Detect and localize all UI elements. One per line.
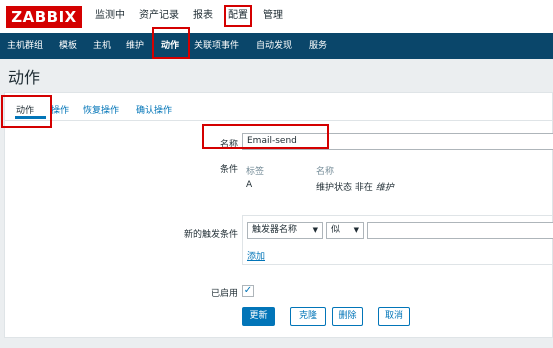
menu-configuration[interactable]: 配置 [224, 5, 252, 27]
condition-row-name: 维护状态 非在 维护 [316, 183, 394, 193]
checkmark-icon: ✓ [243, 285, 253, 296]
cancel-button[interactable]: 取消 [378, 307, 410, 326]
enabled-checkbox[interactable]: ✓ [242, 285, 254, 297]
submenu-templates[interactable]: 模板 [59, 33, 77, 59]
tab-operations[interactable]: 操作 [51, 103, 69, 116]
top-header: ZABBIX 监测中 资产记录 报表 配置 管理 [0, 0, 553, 33]
menu-inventory[interactable]: 资产记录 [139, 8, 187, 24]
condition-value-input[interactable] [367, 222, 553, 239]
conditions-label: 条件 [219, 165, 238, 175]
actions-highlight-box [152, 27, 190, 59]
tab-acknowledge-operations[interactable]: 确认操作 [136, 103, 172, 116]
menu-administration[interactable]: 管理 [263, 8, 291, 24]
submenu-host-groups[interactable]: 主机群组 [7, 33, 43, 59]
submenu-discovery[interactable]: 自动发现 [256, 33, 292, 59]
submenu-maintenance[interactable]: 维护 [126, 33, 144, 59]
menu-monitoring[interactable]: 监测中 [95, 8, 133, 24]
enabled-label: 已启用 [210, 289, 238, 299]
condition-type-select[interactable]: 触发器名称 ▼ [247, 222, 323, 239]
conditions-col-label: 标签 [246, 167, 265, 177]
condition-row-label: A [246, 180, 253, 190]
submenu-services[interactable]: 服务 [309, 33, 327, 59]
submenu-hosts[interactable]: 主机 [93, 33, 111, 59]
tab-bar: 动作 操作 恢复操作 确认操作 [1, 93, 553, 128]
name-highlight-box [202, 124, 329, 149]
conditions-col-name: 名称 [316, 167, 335, 177]
page-title: 动作 [8, 68, 41, 87]
clone-button[interactable]: 克隆 [290, 307, 326, 326]
delete-button[interactable]: 删除 [332, 307, 363, 326]
add-condition-link[interactable]: 添加 [247, 249, 265, 262]
menu-reports[interactable]: 报表 [193, 8, 221, 24]
submenu-event-correlation[interactable]: 关联项事件 [194, 33, 239, 59]
sub-menu: 主机群组 模板 主机 维护 动作 关联项事件 自动发现 服务 [0, 33, 553, 59]
condition-operator-select[interactable]: 似 ▼ [326, 222, 364, 239]
tab-recovery-operations[interactable]: 恢复操作 [83, 103, 119, 116]
dropdown-arrow-icon: ▼ [312, 226, 318, 234]
new-condition-label: 新的触发条件 [183, 230, 238, 240]
new-condition-box: 触发器名称 ▼ 似 ▼ 添加 [242, 215, 553, 265]
tab-highlight-box [1, 95, 52, 128]
main-menu: 监测中 资产记录 报表 配置 管理 [95, 5, 297, 27]
update-button[interactable]: 更新 [242, 307, 275, 326]
action-form-panel: 动作 操作 恢复操作 确认操作 名称 Email-send 条件 标签 名称 A… [1, 92, 553, 338]
dropdown-arrow-icon: ▼ [353, 226, 359, 234]
zabbix-logo[interactable]: ZABBIX [6, 6, 82, 28]
